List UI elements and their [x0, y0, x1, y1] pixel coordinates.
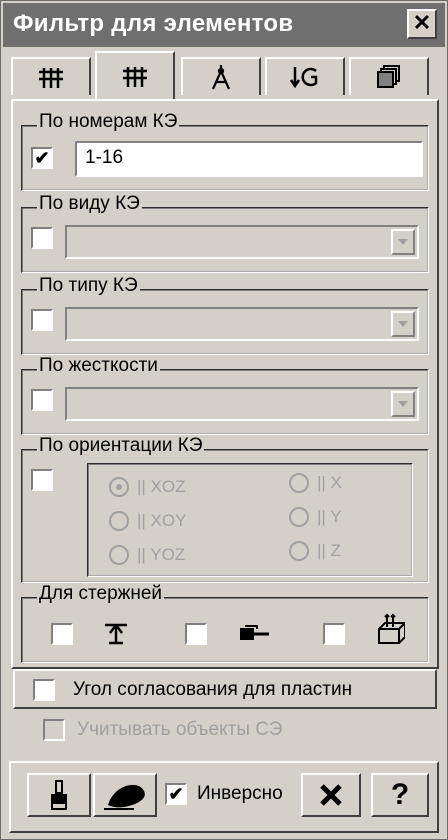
rod-option-2-checkbox[interactable]: [185, 623, 207, 645]
rod-support-icon: [105, 623, 127, 645]
group-by-kind: По виду КЭ: [21, 193, 429, 273]
orientation-checkbox[interactable]: [31, 469, 53, 491]
chevron-down-icon: [398, 401, 408, 407]
group-by-numbers: По номерам КЭ ✔ 1-16: [21, 111, 429, 191]
compass-icon: [211, 65, 231, 90]
grid-icon: [39, 68, 63, 88]
se-objects-label: Учитывать объекты СЭ: [77, 719, 283, 740]
chevron-down-icon: [398, 239, 408, 245]
radio-z[interactable]: [289, 541, 309, 561]
inverse-label: Инверсно: [197, 783, 283, 804]
numbers-input[interactable]: 1-16: [75, 141, 423, 177]
tab-grid-1[interactable]: [11, 57, 91, 95]
filter-dialog: Фильтр для элементов ✕ По номерам КЭ ✔ 1…: [0, 0, 448, 840]
rod-axes-icon: [378, 613, 405, 644]
radio-x[interactable]: [289, 473, 309, 493]
brush-icon: [51, 780, 67, 810]
title-bar[interactable]: Фильтр для элементов ✕: [3, 3, 445, 47]
brush-button[interactable]: [27, 773, 91, 817]
help-button[interactable]: ?: [371, 773, 429, 817]
radio-label: || Z: [317, 541, 341, 560]
close-button[interactable]: ✕: [407, 9, 437, 39]
type-checkbox[interactable]: [31, 309, 53, 331]
grid-icon: [123, 67, 147, 87]
tab-compass[interactable]: [181, 57, 261, 95]
group-label: По жесткости: [37, 355, 160, 377]
tab-grid-2[interactable]: [95, 51, 175, 99]
group-label: Для стержней: [37, 583, 165, 605]
stiffness-checkbox[interactable]: [31, 389, 53, 411]
eraser-button[interactable]: [93, 773, 157, 817]
type-select[interactable]: [65, 307, 419, 341]
rod-option-3-checkbox[interactable]: [323, 623, 345, 645]
radio-xoy[interactable]: [109, 511, 129, 531]
orientation-options: || XOZ || XOY || YOZ || X || Y || Z: [87, 463, 413, 577]
rod-option-1-checkbox[interactable]: [51, 623, 73, 645]
close-icon: [320, 784, 342, 806]
tab-strip: [11, 51, 439, 101]
radio-label: || XOY: [137, 511, 187, 530]
filter-panel: По номерам КЭ ✔ 1-16 По виду КЭ По типу …: [11, 99, 439, 669]
group-label: По виду КЭ: [37, 193, 142, 215]
numbers-checkbox[interactable]: ✔: [31, 147, 53, 169]
footer-bar: ✔ Инверсно ?: [9, 761, 439, 833]
radio-label: || X: [317, 473, 342, 492]
plate-angle-checkbox[interactable]: [33, 679, 55, 701]
dropdown-arrow[interactable]: [391, 229, 415, 255]
group-by-orientation: По ориентации КЭ || XOZ || XOY || YOZ ||…: [21, 435, 429, 583]
plate-angle-row: Угол согласования для пластин: [13, 669, 437, 709]
arrow-g-icon: [289, 67, 318, 89]
group-for-rods: Для стержней: [21, 583, 429, 663]
chevron-down-icon: [398, 321, 408, 327]
tab-arrow-g[interactable]: [265, 57, 345, 95]
se-objects-checkbox[interactable]: [43, 719, 65, 741]
stiffness-select[interactable]: [65, 387, 419, 421]
plate-angle-label: Угол согласования для пластин: [73, 679, 353, 700]
group-label: По ориентации КЭ: [37, 435, 205, 457]
dropdown-arrow[interactable]: [391, 391, 415, 417]
kind-checkbox[interactable]: [31, 227, 53, 249]
tab-layers[interactable]: [349, 57, 429, 95]
inverse-checkbox[interactable]: ✔: [165, 783, 187, 805]
radio-yoz[interactable]: [109, 545, 129, 565]
rod-section-icon: [240, 625, 269, 640]
radio-label: || XOZ: [137, 477, 186, 496]
radio-xoz[interactable]: [109, 477, 129, 497]
eraser-icon: [104, 784, 145, 810]
group-by-stiffness: По жесткости: [21, 355, 429, 435]
radio-y[interactable]: [289, 507, 309, 527]
layers-icon: [377, 65, 400, 88]
group-by-type: По типу КЭ: [21, 275, 429, 355]
kind-select[interactable]: [65, 225, 419, 259]
cancel-button[interactable]: [301, 773, 361, 817]
window-title: Фильтр для элементов: [13, 10, 294, 37]
dropdown-arrow[interactable]: [391, 311, 415, 337]
group-label: По номерам КЭ: [37, 111, 180, 133]
group-label: По типу КЭ: [37, 275, 140, 297]
radio-label: || Y: [317, 507, 342, 526]
radio-label: || YOZ: [137, 545, 186, 564]
